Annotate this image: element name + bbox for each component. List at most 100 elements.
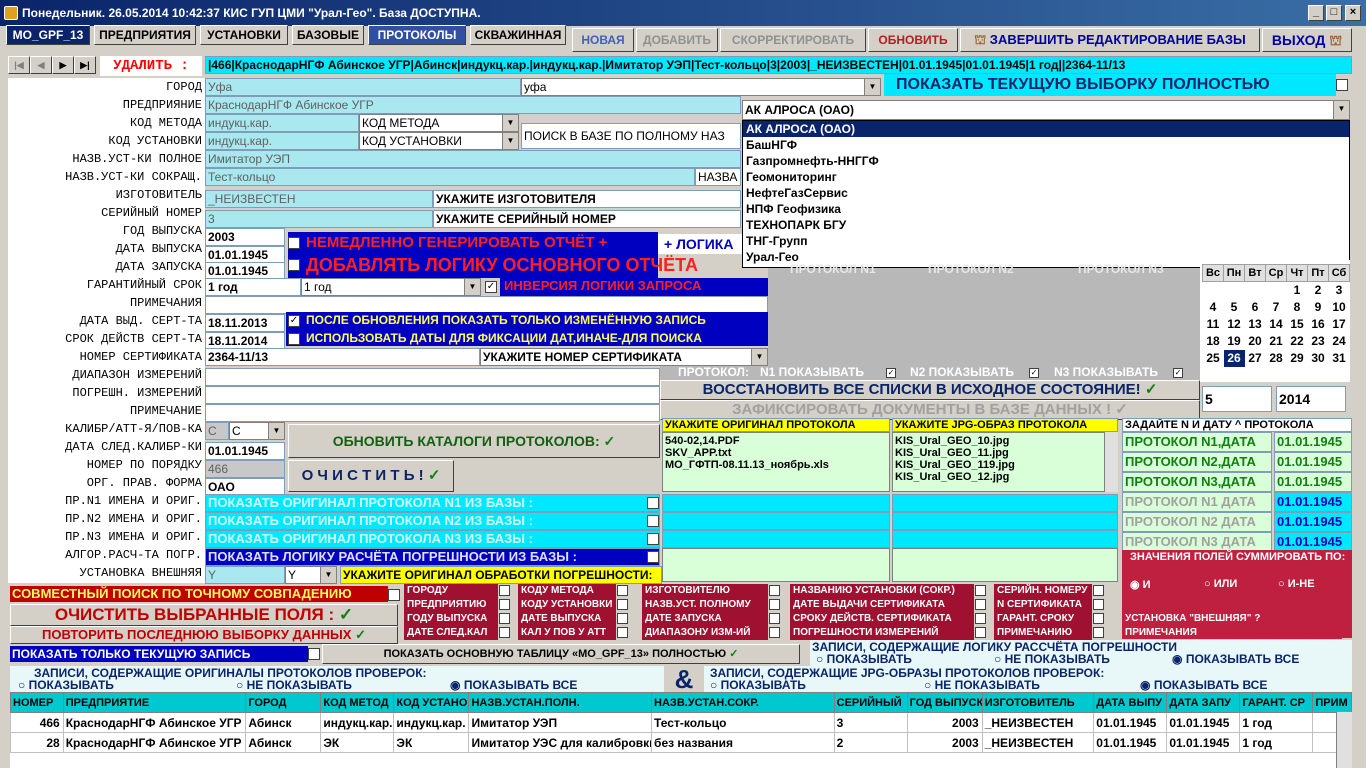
calendar-day[interactable]: 31 <box>1329 350 1350 367</box>
table-cell[interactable]: индукц.кар. <box>320 712 395 733</box>
calendar-day[interactable]: 13 <box>1245 316 1266 333</box>
table-cell[interactable]: Имитатор УЭП <box>468 712 653 733</box>
last-record-button[interactable]: ▶| <box>74 56 96 74</box>
protocol-date-input[interactable]: 01.01.1945 <box>1274 532 1352 552</box>
table-cell[interactable]: Тест-кольцо <box>651 712 835 733</box>
sum-notes-option[interactable]: ПРИМЕЧАНИЯ <box>1122 626 1342 639</box>
logic-show-radio[interactable]: ○ ПОКАЗЫВАТЬ <box>816 652 912 666</box>
maker-input[interactable]: _НЕИЗВЕСТЕН <box>205 190 433 208</box>
show-logic-checkbox[interactable] <box>647 551 659 563</box>
only-current-checkbox[interactable] <box>308 648 320 660</box>
orig-n1-field[interactable] <box>662 494 890 512</box>
calendar-day[interactable] <box>1245 282 1266 299</box>
clear-option-checkbox[interactable] <box>975 627 986 638</box>
sum-or-radio[interactable]: ○ ИЛИ <box>1204 578 1237 590</box>
company-option[interactable]: ТНГ-Групп <box>743 233 1349 249</box>
add-button[interactable]: ДОБАВИТЬ <box>636 28 718 52</box>
calendar-day[interactable]: 5 <box>1224 299 1245 316</box>
short-name-input[interactable]: Тест-кольцо <box>205 168 695 186</box>
table-column-header[interactable]: ДАТА ЗАПУ <box>1166 692 1241 713</box>
tab-borehole[interactable]: СКВАЖИННАЯ <box>470 25 566 45</box>
year-spinner[interactable]: 2014 <box>1276 386 1346 412</box>
clear-option-checkbox[interactable] <box>617 627 628 638</box>
table-cell[interactable]: ЭК <box>393 732 470 753</box>
city-dropdown[interactable]: уфа ▼ <box>521 78 881 96</box>
orig-n2-field[interactable] <box>662 512 890 530</box>
table-column-header[interactable]: ПРИМ <box>1312 692 1352 713</box>
company-option[interactable]: Газпромнефть-ННГГФ <box>743 153 1349 169</box>
edit-button[interactable]: СКОРРЕКТИРОВАТЬ <box>720 28 866 52</box>
clear-option-checkbox[interactable] <box>769 613 780 624</box>
orig-noshow-radio[interactable]: ○ НЕ ПОКАЗЫВАТЬ <box>236 678 352 692</box>
error-input[interactable] <box>205 386 660 404</box>
calib-input[interactable]: С <box>205 422 229 440</box>
calendar-day[interactable]: 17 <box>1329 316 1350 333</box>
calendar-day[interactable]: 30 <box>1308 350 1329 367</box>
show-changed-checkbox[interactable]: ✓ <box>288 315 300 327</box>
table-cell[interactable]: КраснодарНГФ Абинское УГР <box>62 732 247 753</box>
install-input[interactable]: индукц.кар. <box>205 132 359 150</box>
protocol-date-input[interactable]: 01.01.1945 <box>1274 492 1352 512</box>
company-input[interactable]: КраснодарНГФ Абинское УГР <box>205 96 741 114</box>
use-dates-checkbox[interactable] <box>288 333 300 345</box>
calendar-day[interactable]: 2 <box>1308 282 1329 299</box>
calendar-day[interactable]: 8 <box>1287 299 1308 316</box>
calendar-day[interactable]: 22 <box>1287 333 1308 350</box>
jpg-file-list[interactable]: KIS_Ural_GEO_10.jpg KIS_Ural_GEO_11.jpg … <box>892 432 1118 492</box>
jpg-show-radio[interactable]: ○ ПОКАЗЫВАТЬ <box>710 678 806 692</box>
table-cell[interactable]: 1 год <box>1239 732 1314 753</box>
add-logic-checkbox[interactable] <box>288 259 300 271</box>
calendar-day[interactable]: 19 <box>1224 333 1245 350</box>
clear-button[interactable]: О Ч И С Т И Т Ь ! ✓ <box>288 460 454 492</box>
install-dropdown[interactable]: КОД УСТАНОВКИ ▼ <box>359 132 519 150</box>
warranty-input[interactable]: 1 год <box>205 278 301 296</box>
list-item[interactable]: 540-02,14.PDF <box>665 435 887 447</box>
calendar-day[interactable]: 10 <box>1329 299 1350 316</box>
calendar-day[interactable]: 16 <box>1308 316 1329 333</box>
err-orig-field[interactable] <box>662 548 890 582</box>
show-n3-checkbox[interactable] <box>647 533 659 545</box>
calendar-day[interactable]: 20 <box>1245 333 1266 350</box>
joint-search-label[interactable]: СОВМЕСТНЫЙ ПОИСК ПО ТОЧНОМУ СОВПАДЕНИЮ <box>10 586 388 602</box>
protocol-date-input[interactable]: 01.01.1945 <box>1274 452 1352 472</box>
calendar-day[interactable]: 1 <box>1287 282 1308 299</box>
list-item[interactable]: KIS_Ural_GEO_11.jpg <box>895 447 1115 459</box>
jpg-n2-field[interactable] <box>892 512 1118 530</box>
table-column-header[interactable]: ГОРОД <box>245 692 322 713</box>
protocol-date-input[interactable]: 01.01.1945 <box>1274 432 1352 452</box>
list-item[interactable]: KIS_Ural_GEO_119.jpg <box>895 459 1115 471</box>
order-no-input[interactable]: 466 <box>205 460 285 478</box>
calendar-day[interactable]: 12 <box>1224 316 1245 333</box>
calendar-day[interactable]: 28 <box>1266 350 1287 367</box>
calendar-day[interactable]: 21 <box>1266 333 1287 350</box>
external-dropdown[interactable]: Y ▼ <box>285 566 337 584</box>
tab-base[interactable]: БАЗОВЫЕ <box>292 25 364 45</box>
update-catalogs-button[interactable]: ОБНОВИТЬ КАТАЛОГИ ПРОТОКОЛОВ: ✓ <box>288 424 660 458</box>
protocol-date-input[interactable]: 01.01.1945 <box>1274 472 1352 492</box>
table-column-header[interactable]: ПРЕДПРИЯТИЕ <box>62 692 247 713</box>
calendar-day[interactable]: 7 <box>1266 299 1287 316</box>
search-full-name[interactable]: ПОИСК В БАЗЕ ПО ПОЛНОМУ НАЗ <box>521 123 741 149</box>
table-row[interactable]: 28 КраснодарНГФ Абинское УГР Абинск ЭК ЭК Ими… <box>10 732 1352 753</box>
jpg-n1-field[interactable] <box>892 494 1118 512</box>
list-item[interactable]: MO_ГФТП-08.11.13_ноябрь.xls <box>665 459 887 471</box>
company-option[interactable]: БашНГФ <box>743 137 1349 153</box>
calendar-day[interactable]: 4 <box>1203 299 1224 316</box>
cert-no-input[interactable]: 2364-11/13 <box>205 348 480 366</box>
city-input[interactable]: Уфа <box>205 78 521 96</box>
restore-button[interactable]: ВОССТАНОВИТЬ ВСЕ СПИСКИ В ИСХОДНОЕ СОСТО… <box>660 380 1200 400</box>
tab-installations[interactable]: УСТАНОВКИ <box>200 25 288 45</box>
table-row[interactable]: 466 КраснодарНГФ Абинское УГР Абинск индукц… <box>10 712 1352 733</box>
refresh-button[interactable]: ОБНОВИТЬ <box>868 28 958 52</box>
cert-issue-input[interactable]: 18.11.2013 <box>205 314 285 332</box>
table-cell[interactable]: _НЕИЗВЕСТЕН <box>981 712 1095 733</box>
clear-option-checkbox[interactable] <box>617 585 628 596</box>
sum-ext-option[interactable]: УСТАНОВКА "ВНЕШНЯЯ" ? <box>1122 612 1342 625</box>
first-record-button[interactable]: |◀ <box>8 56 30 74</box>
table-column-header[interactable]: НОМЕР <box>10 692 64 713</box>
close-button[interactable]: × <box>1345 5 1361 21</box>
table-column-header[interactable]: НАЗВ.УСТАН.ПОЛН. <box>468 692 653 713</box>
clear-option-checkbox[interactable] <box>499 585 510 596</box>
delete-label[interactable]: УДАЛИТЬ : <box>100 56 202 76</box>
table-cell[interactable]: индукц.кар. <box>393 712 470 733</box>
